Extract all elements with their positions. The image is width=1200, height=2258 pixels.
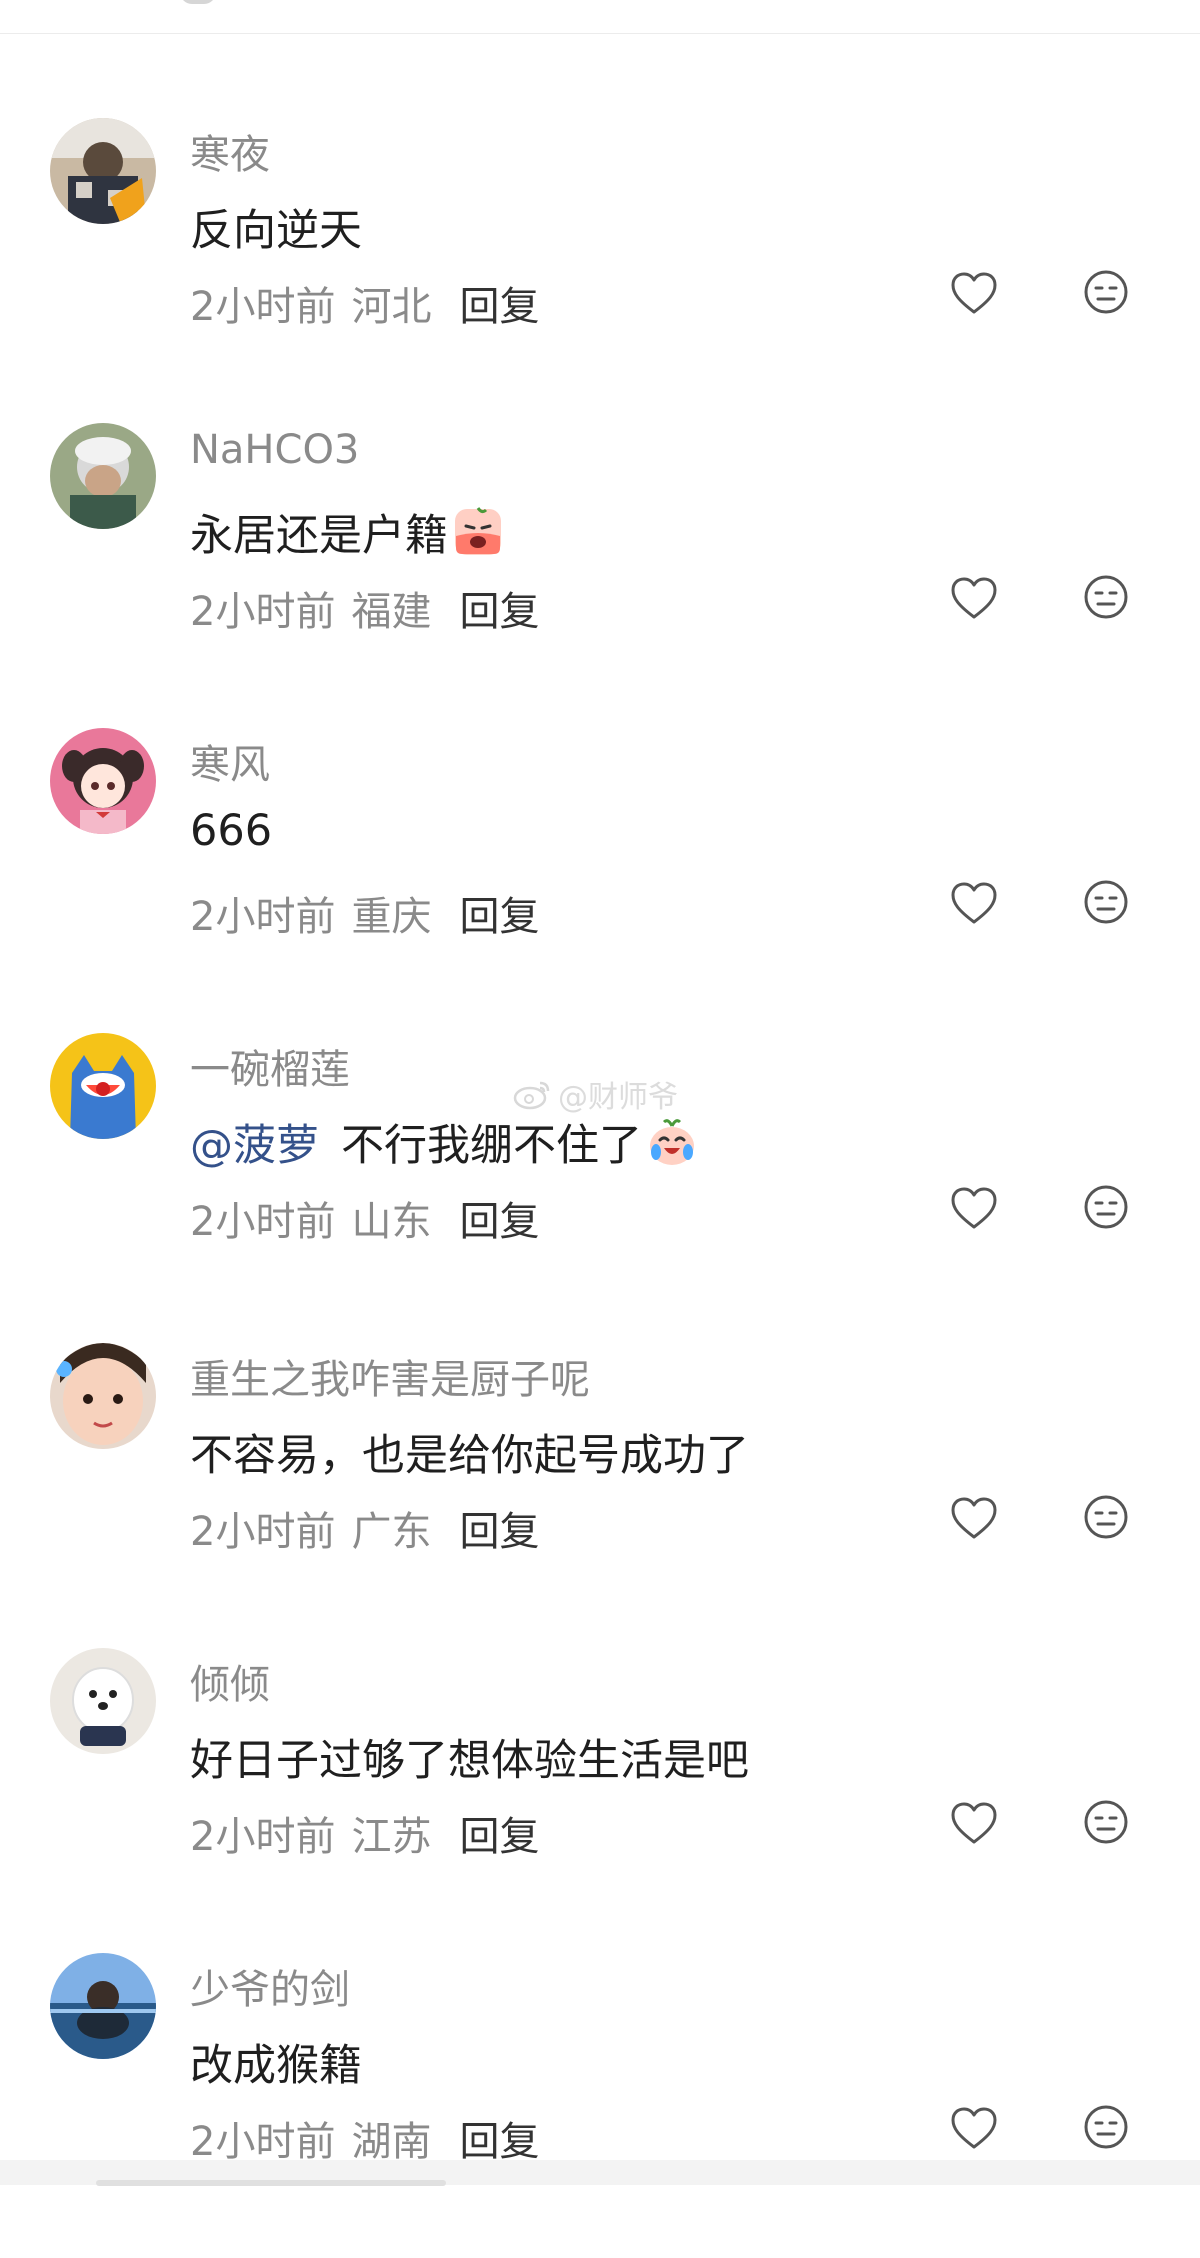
comment-username[interactable]: 重生之我咋害是厨子呢 bbox=[190, 1347, 590, 1405]
heart-outline-icon[interactable] bbox=[948, 573, 1000, 625]
user-avatar[interactable] bbox=[50, 1343, 156, 1449]
bottom-indicator bbox=[96, 2180, 446, 2186]
comment-location: 福建 bbox=[351, 589, 432, 635]
comment-location: 河北 bbox=[351, 284, 432, 330]
comment-text: @菠萝 不行我绷不住了 bbox=[190, 1111, 698, 1173]
comment-text: 666 bbox=[190, 806, 272, 856]
top-bar bbox=[0, 0, 1200, 34]
reply-button[interactable]: 回复 bbox=[459, 1499, 539, 1557]
comment-body: 反向逆天 bbox=[190, 206, 362, 256]
comment-time: 2小时前 bbox=[190, 284, 336, 330]
user-avatar[interactable] bbox=[50, 118, 156, 224]
comment-time: 2小时前 bbox=[190, 589, 336, 635]
comment-location: 广东 bbox=[351, 1509, 432, 1555]
comment-text: 不容易，也是给你起号成功了 bbox=[190, 1421, 749, 1483]
reply-button[interactable]: 回复 bbox=[459, 1804, 539, 1862]
neutral-face-icon[interactable] bbox=[1082, 1798, 1130, 1846]
heart-outline-icon[interactable] bbox=[948, 1798, 1000, 1850]
comment-body: 666 bbox=[190, 806, 273, 856]
comment-meta: 2小时前 福建 回复 bbox=[190, 579, 539, 637]
reply-button[interactable]: 回复 bbox=[459, 1189, 539, 1247]
comment-location: 湖南 bbox=[351, 2119, 432, 2165]
comment-location: 重庆 bbox=[351, 894, 432, 940]
comment-meta: 2小时前 广东 回复 bbox=[190, 1499, 539, 1557]
neutral-face-icon[interactable] bbox=[1082, 1183, 1130, 1231]
reply-button[interactable]: 回复 bbox=[459, 274, 539, 332]
comment-body: 改成猴籍 bbox=[190, 2041, 362, 2091]
comment-item: 寒风 666 2小时前 重庆 回复 bbox=[0, 728, 1200, 1033]
heart-outline-icon[interactable] bbox=[948, 1493, 1000, 1545]
bottom-bar bbox=[0, 2160, 1200, 2186]
comment-time: 2小时前 bbox=[190, 1509, 336, 1555]
mention-link[interactable]: @菠萝 bbox=[190, 1111, 319, 1173]
comment-username[interactable]: 寒夜 bbox=[190, 122, 270, 180]
user-avatar[interactable] bbox=[50, 1648, 156, 1754]
user-avatar[interactable] bbox=[50, 423, 156, 529]
reply-button[interactable]: 回复 bbox=[459, 2109, 539, 2167]
watermark: @财师爷 bbox=[512, 1072, 678, 1116]
crying-emoji-icon bbox=[452, 506, 504, 558]
comment-meta: 2小时前 山东 回复 bbox=[190, 1189, 539, 1247]
user-avatar[interactable] bbox=[50, 1953, 156, 2059]
comment-time: 2小时前 bbox=[190, 1814, 336, 1860]
laughing-crying-emoji-icon bbox=[646, 1116, 698, 1168]
comment-meta: 2小时前 江苏 回复 bbox=[190, 1804, 539, 1862]
neutral-face-icon[interactable] bbox=[1082, 2103, 1130, 2151]
heart-outline-icon[interactable] bbox=[948, 2103, 1000, 2155]
comment-meta: 2小时前 河北 回复 bbox=[190, 274, 539, 332]
neutral-face-icon[interactable] bbox=[1082, 268, 1130, 316]
comment-body: 永居还是户籍 bbox=[190, 511, 448, 561]
user-avatar[interactable] bbox=[50, 728, 156, 834]
comment-item: NaHCO3 永居还是户籍 2小时前 福建 回复 bbox=[0, 423, 1200, 728]
comment-username[interactable]: NaHCO3 bbox=[190, 427, 359, 473]
comment-location: 山东 bbox=[351, 1199, 432, 1245]
comment-time: 2小时前 bbox=[190, 1199, 336, 1245]
comment-body: 不行我绷不住了 bbox=[341, 1121, 642, 1171]
neutral-face-icon[interactable] bbox=[1082, 573, 1130, 621]
comment-item: 寒夜 反向逆天 2小时前 河北 回复 bbox=[0, 118, 1200, 423]
comment-location: 江苏 bbox=[351, 1814, 432, 1860]
comment-username[interactable]: 倾倾 bbox=[190, 1652, 270, 1710]
weibo-icon bbox=[513, 1081, 550, 1110]
comment-text: 好日子过够了想体验生活是吧 bbox=[190, 1726, 749, 1788]
comment-text: 改成猴籍 bbox=[190, 2031, 362, 2093]
comment-body: 不容易，也是给你起号成功了 bbox=[190, 1431, 749, 1481]
comment-item: 少爷的剑 改成猴籍 2小时前 湖南 回复 bbox=[0, 1953, 1200, 2258]
comment-username[interactable]: 少爷的剑 bbox=[190, 1957, 350, 2015]
comment-text: 反向逆天 bbox=[190, 196, 362, 258]
reply-button[interactable]: 回复 bbox=[459, 884, 539, 942]
top-handle bbox=[180, 0, 216, 4]
comment-meta: 2小时前 湖南 回复 bbox=[190, 2109, 539, 2167]
comment-time: 2小时前 bbox=[190, 894, 336, 940]
user-avatar[interactable] bbox=[50, 1033, 156, 1139]
heart-outline-icon[interactable] bbox=[948, 268, 1000, 320]
comment-body: 好日子过够了想体验生活是吧 bbox=[190, 1736, 749, 1786]
neutral-face-icon[interactable] bbox=[1082, 1493, 1130, 1541]
comment-item: 重生之我咋害是厨子呢 不容易，也是给你起号成功了 2小时前 广东 回复 bbox=[0, 1343, 1200, 1648]
comment-time: 2小时前 bbox=[190, 2119, 336, 2165]
neutral-face-icon[interactable] bbox=[1082, 878, 1130, 926]
heart-outline-icon[interactable] bbox=[948, 1183, 1000, 1235]
comment-text: 永居还是户籍 bbox=[190, 501, 504, 563]
comment-meta: 2小时前 重庆 回复 bbox=[190, 884, 539, 942]
watermark-text: @财师爷 bbox=[558, 1080, 678, 1115]
comment-username[interactable]: 寒风 bbox=[190, 732, 270, 790]
reply-button[interactable]: 回复 bbox=[459, 579, 539, 637]
comment-item: 倾倾 好日子过够了想体验生活是吧 2小时前 江苏 回复 bbox=[0, 1648, 1200, 1953]
heart-outline-icon[interactable] bbox=[948, 878, 1000, 930]
comment-username[interactable]: 一碗榴莲 bbox=[190, 1037, 350, 1095]
